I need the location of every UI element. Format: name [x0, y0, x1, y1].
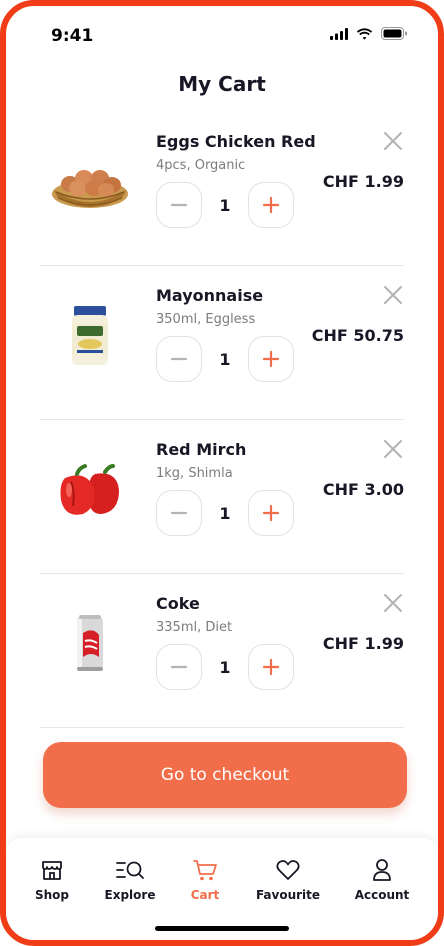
plus-icon [262, 658, 280, 676]
user-icon [373, 859, 391, 881]
tab-label: Account [354, 888, 410, 902]
home-indicator [155, 926, 289, 931]
status-time: 9:41 [51, 26, 94, 46]
plus-icon [262, 350, 280, 368]
quantity-value: 1 [219, 657, 231, 677]
store-icon [42, 861, 62, 880]
remove-item-close-icon[interactable] [382, 438, 404, 460]
tab-label: Shop [34, 888, 70, 902]
cart-icon [193, 860, 217, 881]
minus-icon [170, 203, 188, 207]
cart-item: Red Mirch 1kg, Shimla 1 CHF 3.00 [40, 420, 404, 574]
tab-cart[interactable]: Cart [165, 856, 245, 902]
tab-account[interactable]: Account [342, 856, 422, 902]
bottom-tab-bar: Shop Explore Cart Favourite Account [6, 838, 438, 940]
item-description: 4pcs, Organic [156, 158, 246, 173]
quantity-stepper: 1 [156, 490, 294, 536]
page-title: My Cart [178, 72, 266, 96]
item-description: 350ml, Eggless [156, 312, 256, 327]
item-price: CHF 1.99 [322, 172, 404, 191]
heart-icon [276, 860, 300, 880]
cart-item: Eggs Chicken Red 4pcs, Organic 1 CHF 1.9… [40, 112, 404, 266]
wifi-icon [356, 27, 373, 40]
remove-item-close-icon[interactable] [382, 130, 404, 152]
increase-quantity-button[interactable] [248, 644, 294, 690]
tab-label: Favourite [255, 888, 321, 902]
quantity-value: 1 [219, 349, 231, 369]
mayonnaise-jar-image [42, 294, 138, 378]
item-price: CHF 1.99 [322, 634, 404, 653]
tab-label: Cart [190, 888, 220, 902]
status-icons [330, 27, 408, 40]
eggs-basket-image [42, 140, 138, 224]
tab-shop[interactable]: Shop [12, 856, 92, 902]
quantity-value: 1 [219, 195, 231, 215]
checkout-button[interactable]: Go to checkout [43, 742, 407, 808]
red-peppers-image [42, 448, 138, 532]
phone-frame: 9:41 My Cart Eggs Chicken Red 4pcs, Orga… [0, 0, 444, 946]
item-name: Red Mirch [156, 440, 247, 459]
decrease-quantity-button[interactable] [156, 644, 202, 690]
item-description: 335ml, Diet [156, 620, 233, 635]
plus-icon [262, 504, 280, 522]
explore-search-icon [116, 861, 144, 879]
decrease-quantity-button[interactable] [156, 336, 202, 382]
increase-quantity-button[interactable] [248, 490, 294, 536]
tab-explore[interactable]: Explore [90, 856, 170, 902]
decrease-quantity-button[interactable] [156, 182, 202, 228]
quantity-value: 1 [219, 503, 231, 523]
minus-icon [170, 665, 188, 669]
increase-quantity-button[interactable] [248, 182, 294, 228]
cart-list: Eggs Chicken Red 4pcs, Organic 1 CHF 1.9… [40, 112, 404, 728]
status-bar: 9:41 [6, 6, 438, 58]
item-price: CHF 50.75 [311, 326, 404, 345]
decrease-quantity-button[interactable] [156, 490, 202, 536]
tab-label: Explore [104, 888, 156, 902]
increase-quantity-button[interactable] [248, 336, 294, 382]
cart-item: Mayonnaise 350ml, Eggless 1 CHF 50.75 [40, 266, 404, 420]
item-name: Eggs Chicken Red [156, 132, 316, 151]
remove-item-close-icon[interactable] [382, 284, 404, 306]
remove-item-close-icon[interactable] [382, 592, 404, 614]
item-price: CHF 3.00 [322, 480, 404, 499]
minus-icon [170, 357, 188, 361]
quantity-stepper: 1 [156, 336, 294, 382]
coke-can-image [42, 602, 138, 686]
signal-icon [330, 27, 348, 40]
quantity-stepper: 1 [156, 644, 294, 690]
minus-icon [170, 511, 188, 515]
cart-item: Coke 335ml, Diet 1 CHF 1.99 [40, 574, 404, 728]
battery-icon [381, 27, 407, 40]
plus-icon [262, 196, 280, 214]
quantity-stepper: 1 [156, 182, 294, 228]
item-name: Mayonnaise [156, 286, 264, 305]
item-name: Coke [156, 594, 200, 613]
tab-favourite[interactable]: Favourite [248, 856, 328, 902]
item-description: 1kg, Shimla [156, 466, 233, 481]
